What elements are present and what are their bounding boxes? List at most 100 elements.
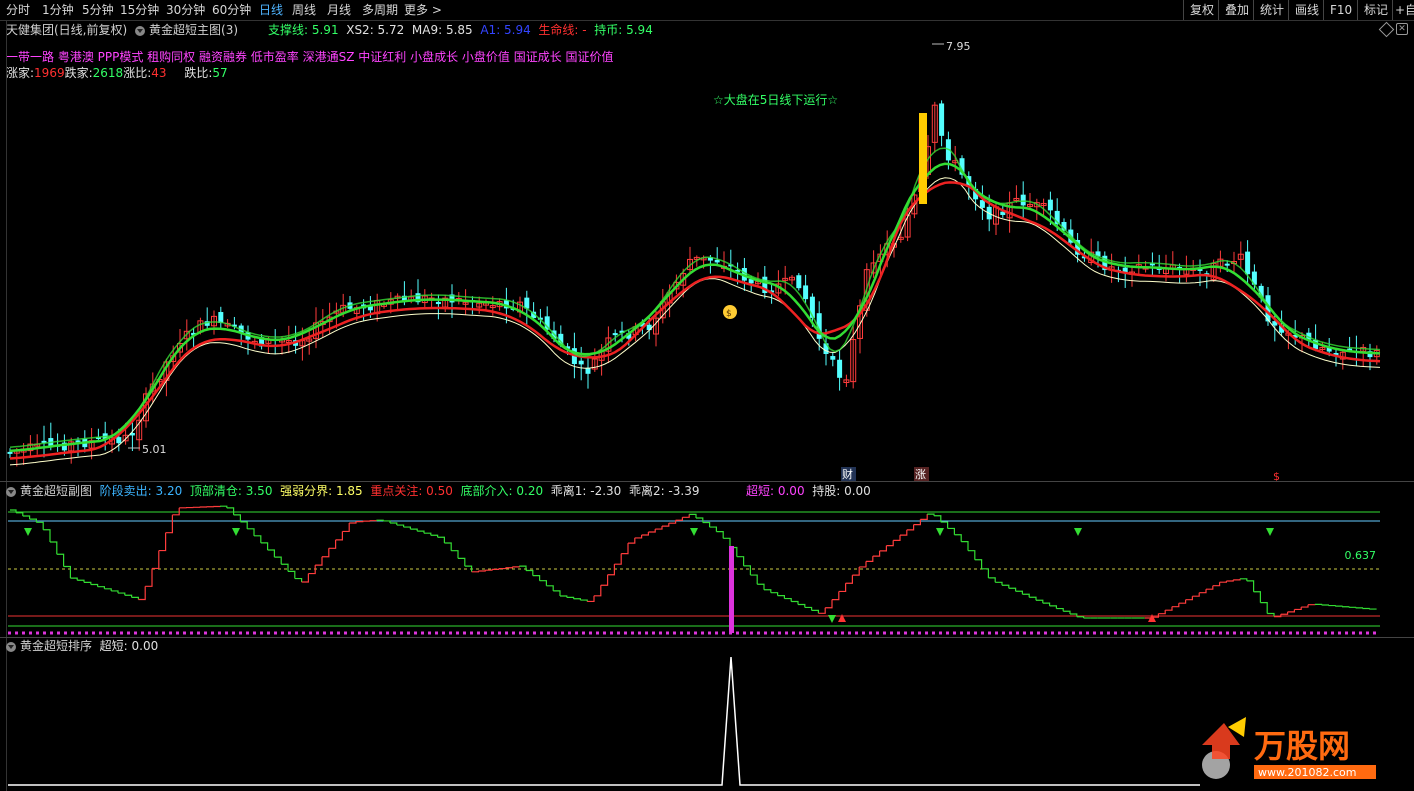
rank-dropdown-icon[interactable] (6, 641, 16, 652)
step-segment (1029, 596, 1037, 601)
step-segment (893, 535, 901, 541)
period-tab-weekly[interactable]: 周线 (292, 2, 316, 18)
step-segment (16, 512, 24, 516)
step-segment (288, 570, 296, 579)
rank-spike-line (8, 656, 1200, 786)
step-segment (968, 550, 976, 560)
step-segment (526, 569, 534, 576)
adjust-button[interactable]: 复权 (1183, 0, 1220, 20)
step-segment (50, 541, 58, 555)
step-segment (90, 583, 99, 587)
step-segment (240, 521, 248, 529)
step-segment (566, 596, 575, 599)
period-tab-monthly[interactable]: 月线 (327, 2, 351, 18)
step-segment (825, 599, 833, 609)
step-segment (254, 535, 262, 543)
down-arrow-icon (936, 528, 944, 536)
overlay-button[interactable]: 叠加 (1218, 0, 1255, 20)
step-segment (872, 550, 881, 557)
stats-button[interactable]: 统计 (1253, 0, 1290, 20)
magenta-signal-bar (729, 546, 734, 633)
rank-indicator-name[interactable]: 黄金超短排序 (20, 639, 92, 653)
step-segment (1036, 599, 1044, 604)
step-segment (1294, 607, 1302, 611)
level-label: 0.637 (1345, 549, 1377, 562)
step-segment (294, 577, 303, 583)
step-segment (1022, 593, 1030, 598)
candle-body (1020, 194, 1026, 206)
step-segment (512, 566, 520, 568)
step-segment (818, 607, 826, 614)
ultra-short-value: 超短: 0.00 (746, 484, 805, 498)
step-segment (648, 529, 656, 533)
step-segment (471, 570, 479, 573)
step-segment (791, 600, 799, 605)
step-segment (1355, 607, 1364, 609)
period-tab-daily[interactable]: 日线 (259, 2, 283, 18)
step-segment (995, 581, 1003, 586)
step-segment (403, 526, 411, 530)
step-segment (281, 563, 289, 572)
rank-ultra-short-value: 超短: 0.00 (99, 639, 159, 653)
f10-button[interactable]: F10 (1323, 0, 1358, 20)
step-segment (1253, 591, 1262, 603)
step-segment (458, 557, 466, 567)
step-segment (430, 534, 439, 538)
period-toolbar: 分时 1分钟 5分钟 15分钟 30分钟 60分钟 日线 周线 月线 多周期 更… (0, 0, 1414, 21)
step-segment (675, 517, 684, 521)
focus-value: 重点关注: 0.50 (370, 484, 453, 498)
price-chart[interactable]: ☆大盘在5日线下运行☆ 7.95 5.01 $ 财 涨 $ (0, 20, 1414, 482)
step-segment (573, 598, 582, 601)
ma-green-line-2 (9, 147, 1381, 448)
custom-button[interactable]: +自 (1392, 0, 1414, 20)
mark-button[interactable]: 标记 (1357, 0, 1394, 20)
step-segment (913, 519, 922, 526)
step-segment (1240, 578, 1248, 581)
period-tab-15min[interactable]: 15分钟 (120, 2, 159, 18)
step-segment (784, 597, 792, 602)
sub-indicator-name[interactable]: 黄金超短副图 (20, 484, 92, 498)
step-segment (349, 521, 357, 524)
period-tab-multi[interactable]: 多周期 (362, 2, 398, 18)
signal-arrows (24, 528, 1274, 623)
period-tab-more[interactable]: 更多 > (404, 2, 442, 18)
step-segment (220, 505, 228, 508)
step-segment (165, 514, 173, 534)
step-segment (1260, 602, 1268, 614)
step-segment (1226, 579, 1234, 582)
step-segment (736, 556, 745, 566)
step-segment (900, 529, 908, 536)
down-arrow-icon (24, 528, 32, 536)
candle-body (1047, 199, 1053, 211)
sub-indicator-chart[interactable]: 0.637 (0, 500, 1414, 636)
step-segment (634, 534, 643, 539)
step-segment (267, 549, 275, 558)
step-segment (1008, 587, 1017, 592)
watermark-logo: 万股网 www.201082.com (1194, 715, 1394, 785)
candle-body (7, 451, 13, 454)
draw-line-button[interactable]: 画线 (1288, 0, 1325, 20)
step-segment (70, 577, 78, 581)
step-segment (811, 609, 820, 614)
down-arrow-icon (690, 528, 698, 536)
sub-indicator-dropdown-icon[interactable] (6, 486, 16, 497)
candle-body (116, 437, 122, 444)
step-segment (546, 585, 554, 591)
panel-divider-1 (0, 481, 1414, 482)
step-segment (709, 526, 718, 532)
step-segment (172, 507, 180, 516)
period-tab-30min[interactable]: 30分钟 (166, 2, 205, 18)
period-tab-5min[interactable]: 5分钟 (82, 2, 114, 18)
step-segment (580, 599, 588, 602)
sub-panel-header: 黄金超短副图 阶段卖出: 3.20 顶部清仓: 3.50 强弱分界: 1.85 … (6, 484, 699, 498)
period-tab-60min[interactable]: 60分钟 (212, 2, 251, 18)
period-tab-1min[interactable]: 1分钟 (42, 2, 74, 18)
step-segment (1015, 590, 1024, 595)
step-segment (1233, 578, 1241, 581)
candle-body (830, 356, 836, 360)
step-segment (702, 521, 711, 528)
period-tab-timeshare[interactable]: 分时 (6, 2, 30, 18)
step-segment (954, 534, 962, 542)
step-segment (437, 536, 445, 543)
step-segment (879, 545, 888, 552)
